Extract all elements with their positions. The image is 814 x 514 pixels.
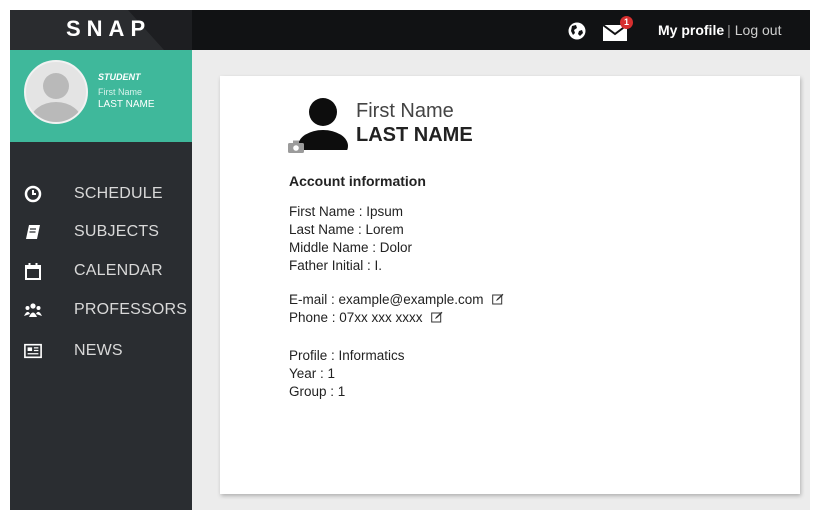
user-card[interactable]: STUDENT First Name LAST NAME	[10, 50, 192, 142]
clock-icon	[24, 185, 42, 203]
account-info-heading: Account information	[289, 173, 426, 189]
people-icon	[24, 303, 42, 317]
group-field: Group : 1	[289, 384, 346, 399]
sidebar-item-label: SCHEDULE	[74, 185, 163, 202]
profile-first-name: First Name	[356, 100, 454, 122]
profile-field: Profile : Informatics	[289, 348, 405, 363]
father-initial-field: Father Initial : I.	[289, 258, 383, 273]
nav-separator: |	[727, 22, 731, 38]
person-icon	[298, 98, 348, 150]
sidebar-item-label: NEWS	[74, 342, 123, 359]
avatar	[24, 60, 88, 124]
sidebar-item-label: CALENDAR	[74, 262, 163, 279]
top-bar: SNAP 1 My profile | Log out	[10, 10, 810, 50]
book-icon	[26, 225, 40, 239]
sidebar: STUDENT First Name LAST NAME SCHEDULE SU…	[10, 50, 192, 510]
user-role: STUDENT	[98, 72, 141, 82]
user-last-name: LAST NAME	[98, 99, 155, 110]
sidebar-item-calendar[interactable]: CALENDAR	[10, 255, 192, 287]
sidebar-item-subjects[interactable]: SUBJECTS	[10, 216, 192, 248]
logout-link[interactable]: Log out	[735, 22, 782, 38]
calendar-icon	[25, 263, 41, 280]
edit-phone-icon[interactable]	[430, 311, 443, 323]
sidebar-item-label: SUBJECTS	[74, 223, 160, 240]
user-first-name: First Name	[98, 87, 143, 97]
phone-row: Phone : 07xx xxx xxxx	[289, 310, 443, 325]
email-row: E-mail : example@example.com	[289, 292, 504, 307]
newspaper-icon	[24, 343, 42, 359]
logo-text: SNAP	[66, 16, 152, 41]
edit-email-icon[interactable]	[491, 293, 504, 305]
avatar-user-icon	[30, 73, 82, 122]
year-field: Year : 1	[289, 366, 336, 381]
sidebar-item-schedule[interactable]: SCHEDULE	[10, 178, 192, 210]
my-profile-link[interactable]: My profile	[658, 22, 724, 38]
camera-icon[interactable]	[288, 140, 304, 153]
profile-card: First Name LAST NAME Account information…	[220, 76, 800, 494]
email-field: E-mail : example@example.com	[289, 292, 484, 307]
profile-header: First Name LAST NAME	[288, 96, 588, 166]
sidebar-item-label: PROFESSORS	[74, 301, 188, 318]
globe-icon[interactable]	[568, 22, 586, 40]
top-nav: My profile | Log out	[658, 22, 781, 38]
sidebar-item-news[interactable]: NEWS	[10, 335, 192, 367]
middle-name-field: Middle Name : Dolor	[289, 240, 413, 255]
app-window: SNAP 1 My profile | Log out STUDENT Firs…	[10, 10, 810, 510]
notification-badge: 1	[620, 16, 633, 29]
logo[interactable]: SNAP	[10, 10, 192, 50]
sidebar-item-professors[interactable]: PROFESSORS	[10, 294, 192, 326]
last-name-field: Last Name : Lorem	[289, 222, 404, 237]
phone-field: Phone : 07xx xxx xxxx	[289, 310, 423, 325]
first-name-field: First Name : Ipsum	[289, 204, 404, 219]
profile-last-name: LAST NAME	[356, 124, 473, 146]
